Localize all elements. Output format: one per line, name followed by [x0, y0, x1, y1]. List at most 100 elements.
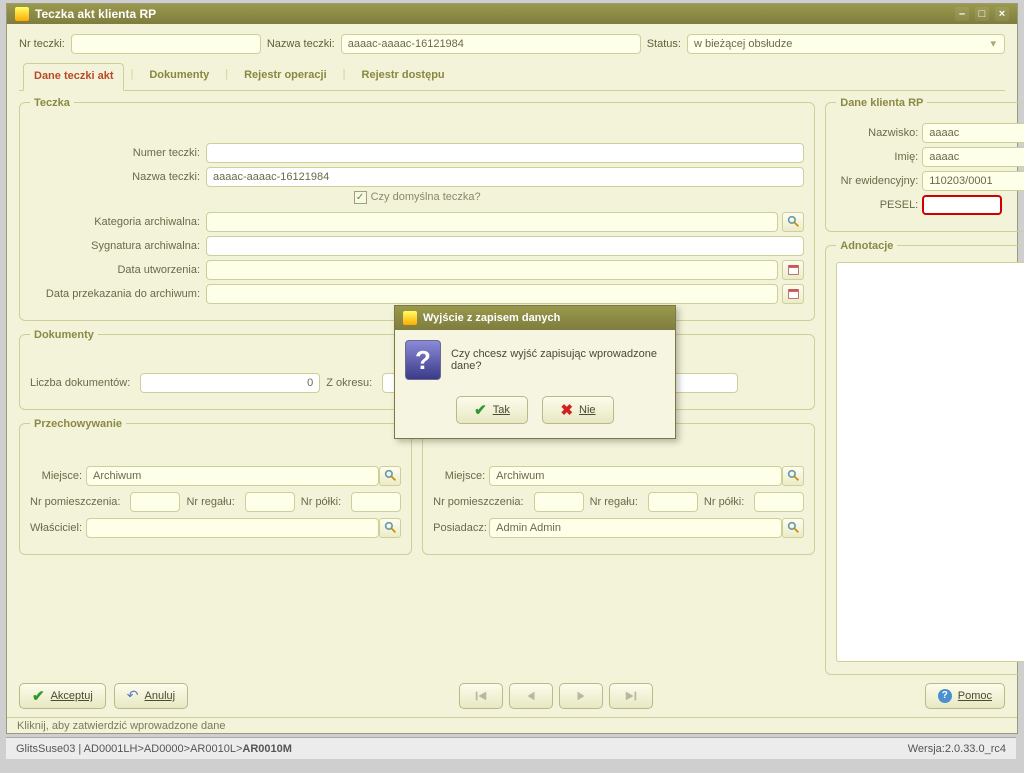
przech-nrreg-input[interactable] — [245, 492, 295, 512]
window-title: Teczka akt klienta RP — [35, 7, 156, 21]
wlasciciel-label: Właściciel: — [30, 522, 86, 534]
uzytk-nrreg-label: Nr regału: — [590, 496, 642, 508]
domyslna-checkbox[interactable]: ✓ — [354, 191, 367, 204]
przech-nrpol-input[interactable] — [351, 492, 401, 512]
breadcrumb-bar: GlitsSuse03 | AD0001LH>AD0000>AR0010L>AR… — [6, 737, 1016, 759]
tab-dane-teczki[interactable]: Dane teczki akt — [23, 63, 124, 91]
zokresu-label: Z okresu: — [326, 377, 376, 389]
header-row: Nr teczki: Nazwa teczki: Status: w bieżą… — [19, 34, 1005, 54]
numer-teczki-input[interactable] — [206, 143, 804, 163]
minimize-icon[interactable]: – — [955, 7, 969, 21]
klient-legend: Dane klienta RP — [836, 97, 927, 109]
akceptuj-button[interactable]: ✔ Akceptuj — [19, 683, 106, 709]
tab-rejestr-operacji[interactable]: Rejestr operacji — [234, 63, 337, 91]
nazwa-teczki-input[interactable] — [341, 34, 641, 54]
close-icon[interactable]: × — [995, 7, 1009, 21]
breadcrumb-current: AR0010M — [242, 743, 292, 755]
status-dropdown[interactable]: w bieżącej obsłudze ▾ — [687, 34, 1005, 54]
calendar-icon[interactable] — [782, 260, 804, 280]
dokumenty-legend: Dokumenty — [30, 329, 98, 341]
status-label: Status: — [647, 38, 681, 50]
uzytk-nrpol-label: Nr półki: — [704, 496, 748, 508]
przech-miejsce-input[interactable] — [86, 466, 379, 486]
pomoc-button[interactable]: ?Pomoc — [925, 683, 1005, 709]
search-icon[interactable] — [379, 466, 401, 486]
nazwa-teczki-label: Nazwa teczki: — [267, 38, 335, 50]
data-utw-input[interactable] — [206, 260, 778, 280]
breadcrumb-pre: GlitsSuse03 | AD0001LH>AD0000>AR0010L> — [16, 743, 242, 755]
przech-nrreg-label: Nr regału: — [186, 496, 238, 508]
nazwa-teczki-input2[interactable] — [206, 167, 804, 187]
dialog-yes-button[interactable]: ✔ Tak — [456, 396, 528, 424]
adnotacje-textarea[interactable] — [836, 262, 1024, 662]
statusbar: Kliknij, aby zatwierdzić wprowadzone dan… — [7, 717, 1017, 733]
search-icon[interactable] — [782, 466, 804, 486]
uzytk-miejsce-input[interactable] — [489, 466, 782, 486]
check-icon: ✔ — [474, 401, 487, 419]
przech-legend: Przechowywanie — [30, 418, 126, 430]
kategoria-lookup-button[interactable] — [782, 212, 804, 232]
version-value: 2.0.33.0_rc4 — [945, 743, 1006, 755]
anuluj-button[interactable]: ↶Anuluj — [114, 683, 188, 709]
nr-teczki-input[interactable] — [71, 34, 261, 54]
dialog-title: Wyjście z zapisem danych — [423, 312, 560, 324]
dane-klienta-fieldset: Dane klienta RP Nazwisko: Imię: Nr ewide… — [825, 97, 1024, 232]
calendar-icon[interactable] — [782, 284, 804, 304]
posiadacz-input[interactable] — [489, 518, 782, 538]
wlasciciel-input[interactable] — [86, 518, 379, 538]
nazwisko-input[interactable] — [922, 123, 1024, 143]
imie-label: Imię: — [836, 151, 922, 163]
app-icon — [403, 311, 417, 325]
nav-first-button[interactable] — [459, 683, 503, 709]
nav-prev-button[interactable] — [509, 683, 553, 709]
titlebar[interactable]: Teczka akt klienta RP – □ × — [7, 4, 1017, 24]
przechowywanie-fieldset: Przechowywanie Miejsce: Nr pomieszczenia… — [19, 418, 412, 555]
sygnatura-label: Sygnatura archiwalna: — [30, 240, 206, 252]
pomoc-label: Pomoc — [958, 690, 992, 702]
search-icon[interactable] — [379, 518, 401, 538]
sygnatura-input[interactable] — [206, 236, 804, 256]
dialog-titlebar[interactable]: Wyjście z zapisem danych — [395, 306, 675, 330]
kategoria-label: Kategoria archiwalna: — [30, 216, 206, 228]
data-przek-label: Data przekazania do archiwum: — [30, 288, 206, 300]
przech-nrpol-label: Nr półki: — [301, 496, 345, 508]
search-icon[interactable] — [782, 518, 804, 538]
liczba-dok-input[interactable] — [140, 373, 320, 393]
data-przek-input[interactable] — [206, 284, 778, 304]
uzytk-nrpol-input[interactable] — [754, 492, 804, 512]
status-hint: Kliknij, aby zatwierdzić wprowadzone dan… — [17, 720, 226, 732]
przech-miejsce-label: Miejsce: — [30, 470, 86, 482]
dialog-no-label: Nie — [579, 404, 596, 416]
dialog-yes-label: Tak — [493, 404, 510, 416]
akceptuj-label: Akceptuj — [51, 690, 93, 702]
uzytk-miejsce-label: Miejsce: — [433, 470, 489, 482]
liczba-dok-label: Liczba dokumentów: — [30, 377, 134, 389]
uzytk-nrpom-input[interactable] — [534, 492, 584, 512]
undo-icon: ↶ — [127, 687, 139, 704]
maximize-icon[interactable]: □ — [975, 7, 989, 21]
kategoria-input[interactable] — [206, 212, 778, 232]
tab-dokumenty[interactable]: Dokumenty — [139, 63, 219, 91]
tab-rejestr-dostepu[interactable]: Rejestr dostępu — [352, 63, 455, 91]
uzytk-nrreg-input[interactable] — [648, 492, 698, 512]
imie-input[interactable] — [922, 147, 1024, 167]
nrewid-label: Nr ewidencyjny: — [836, 175, 922, 187]
adnotacje-legend: Adnotacje — [836, 240, 897, 252]
data-utw-label: Data utworzenia: — [30, 264, 206, 276]
footer-bar: ✔ Akceptuj ↶Anuluj ?Pomoc — [19, 675, 1005, 709]
check-icon: ✔ — [32, 687, 45, 705]
przech-nrpom-input[interactable] — [130, 492, 180, 512]
dialog-no-button[interactable]: ✖ Nie — [542, 396, 614, 424]
nav-next-button[interactable] — [559, 683, 603, 709]
pesel-input[interactable] — [922, 195, 1002, 215]
app-icon — [15, 7, 29, 21]
numer-teczki-label: Numer teczki: — [30, 147, 206, 159]
przech-nrpom-label: Nr pomieszczenia: — [30, 496, 124, 508]
nazwisko-label: Nazwisko: — [836, 127, 922, 139]
nav-last-button[interactable] — [609, 683, 653, 709]
dialog-message: Czy chcesz wyjść zapisując wprowadzone d… — [451, 348, 665, 372]
pesel-label: PESEL: — [836, 199, 922, 211]
teczka-legend: Teczka — [30, 97, 74, 109]
nrewid-input[interactable] — [922, 171, 1024, 191]
cross-icon: ✖ — [560, 401, 573, 419]
